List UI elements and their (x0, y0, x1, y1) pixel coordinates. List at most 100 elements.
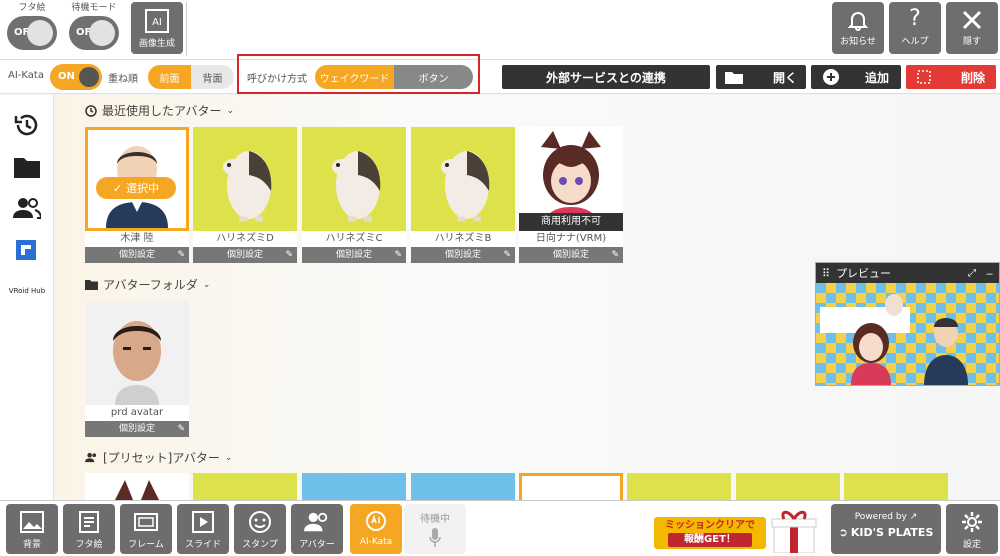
avatar-button[interactable]: アバター (291, 504, 343, 554)
cover-icon (79, 511, 99, 533)
image-gen-label: 画像生成 (138, 39, 175, 49)
avatar-card[interactable]: ハリネズミC 個別設定 (302, 127, 406, 263)
external-link-icon: ↗ (909, 512, 918, 522)
order-label: 重ね順 (108, 74, 138, 85)
avatar-thumb-kizu: ✓ 選択中 (85, 127, 189, 231)
mission-line2: 報酬GET！ (668, 533, 752, 547)
photo-avatar-image (85, 301, 189, 405)
standby-indicator[interactable]: 待機中 (404, 504, 466, 554)
background-button[interactable]: 背景 (6, 504, 58, 554)
preview-canvas (816, 283, 999, 385)
add-label: 追加 (864, 70, 889, 85)
folder-icon[interactable] (13, 155, 41, 179)
avatar-card[interactable]: ハリネズミD 個別設定 (193, 127, 297, 263)
futae-toggle-group: フタ絵 OFF (4, 2, 60, 50)
avatar-name: prd avatar (85, 405, 189, 421)
aikata-toggle[interactable]: ON (50, 64, 102, 90)
preset-card-partial[interactable] (519, 473, 623, 500)
vroid-hub-label[interactable]: VRoid Hub (4, 287, 50, 295)
delete-button[interactable]: 削除 (906, 65, 996, 89)
open-button[interactable]: 開く (716, 65, 806, 89)
avatar-settings-button[interactable]: 個別設定 (519, 247, 623, 263)
avatar-thumb-hedgehog-b (411, 127, 515, 231)
help-button[interactable]: ? ヘルプ (889, 2, 941, 54)
hedgehog-avatar-image (332, 151, 381, 222)
futae-label: フタ絵 (18, 3, 46, 13)
avatar-settings-button[interactable]: 個別設定 (411, 247, 515, 263)
commercial-restriction-badge: 商用利用不可 (519, 213, 623, 231)
futae-toggle[interactable]: OFF (7, 16, 57, 50)
order-back-option[interactable]: 背面 (191, 65, 234, 89)
history-icon[interactable] (13, 111, 41, 139)
top-toolbar: フタ絵 OFF 待機モード OFF AI 画像生成 お知らせ ? ヘルプ 隠す (0, 0, 1000, 60)
stamp-button[interactable]: スタンプ (234, 504, 286, 554)
futae-button[interactable]: フタ絵 (63, 504, 115, 554)
folder-section-header[interactable]: アバターフォルダ ⌄ (85, 276, 210, 293)
preset-card-partial[interactable] (411, 473, 515, 500)
preset-card-partial[interactable] (844, 473, 948, 500)
avatar-card[interactable]: prd avatar 個別設定 (85, 301, 189, 437)
recent-section-header[interactable]: 最近使用したアバター ⌄ (85, 102, 234, 119)
vroid-logo-icon[interactable] (13, 237, 39, 263)
chevron-down-icon: ⌄ (202, 279, 211, 290)
avatar-name: ハリネズミC (302, 231, 406, 247)
button-option[interactable]: ボタン (394, 65, 473, 89)
notify-button[interactable]: お知らせ (832, 2, 884, 54)
mission-banner[interactable]: ミッションクリアで 報酬GET！ (654, 509, 824, 553)
wake-word-option[interactable]: ウェイクワード (315, 65, 394, 89)
avatar-card[interactable]: ハリネズミB 個別設定 (411, 127, 515, 263)
kidsplates-button[interactable]: Powered by ↗ ➲ KID'S PLATES (831, 504, 941, 554)
preset-card-partial[interactable] (193, 473, 297, 500)
drag-handle-icon[interactable]: ⠿ (822, 267, 830, 280)
avatar-name: 木津 陸 (85, 231, 189, 247)
avatar-settings-button[interactable]: 個別設定 (85, 421, 189, 437)
call-method-segment: ウェイクワード ボタン (315, 65, 473, 89)
avatar-name: ハリネズミD (193, 231, 297, 247)
stamp-label: スタンプ (242, 540, 278, 550)
preset-card-partial[interactable] (627, 473, 731, 500)
standby-toggle[interactable]: OFF (69, 16, 119, 50)
expand-icon[interactable]: ⤢ (968, 268, 976, 279)
add-button[interactable]: 追加 (811, 65, 901, 89)
folder-icon (85, 280, 98, 290)
play-icon (192, 511, 214, 533)
call-method-label: 呼びかけ方式 (247, 74, 307, 85)
preset-title: [プリセット]アバター (103, 451, 220, 465)
chevron-down-icon: ⌄ (224, 452, 233, 463)
recent-title: 最近使用したアバター (102, 104, 222, 118)
slide-button[interactable]: スライド (177, 504, 229, 554)
avatar-settings-button[interactable]: 個別設定 (302, 247, 406, 263)
divider (186, 2, 187, 56)
preset-card-partial[interactable] (736, 473, 840, 500)
order-front-option[interactable]: 前面 (148, 65, 191, 89)
avatar-card[interactable]: 商用利用不可 日向ナナ(VRM) 個別設定 (519, 127, 623, 263)
aikata-button[interactable]: AI-Kata (350, 504, 402, 554)
preset-card-partial[interactable] (85, 473, 189, 500)
external-service-button[interactable]: 外部サービスとの連携 (502, 65, 710, 89)
avatar-label: アバター (299, 540, 335, 550)
avatar-thumb-prd (85, 301, 189, 405)
slide-label: スライド (184, 540, 221, 550)
help-label: ヘルプ (901, 37, 929, 47)
bottom-toolbar: 背景 フタ絵 フレーム スライド スタンプ アバター AI-Kata 待機中 ミ… (0, 500, 1000, 556)
preset-section-header[interactable]: [プリセット]アバター ⌄ (85, 449, 232, 466)
image-icon (20, 511, 44, 533)
users-icon[interactable] (13, 196, 41, 220)
avatar-card[interactable]: ✓ 選択中 木津 陸 個別設定 (85, 127, 189, 263)
standby-label: 待機モード (71, 3, 117, 13)
avatar-thumb-hedgehog-c (302, 127, 406, 231)
minimize-icon[interactable]: ‒ (986, 267, 993, 280)
avatar-settings-button[interactable]: 個別設定 (193, 247, 297, 263)
settings-button[interactable]: 設定 (946, 504, 998, 554)
preview-window[interactable]: ⠿ プレビュー ⤢ ‒ (815, 262, 1000, 386)
hide-button[interactable]: 隠す (946, 2, 998, 54)
frame-button[interactable]: フレーム (120, 504, 172, 554)
history-icon (85, 104, 97, 117)
help-icon: ? (909, 6, 921, 31)
avatar-thumb-hinata-nana: 商用利用不可 (519, 127, 623, 231)
image-gen-button[interactable]: AI 画像生成 (131, 2, 183, 54)
preview-titlebar[interactable]: ⠿ プレビュー ⤢ ‒ (816, 263, 999, 283)
avatar-settings-button[interactable]: 個別設定 (85, 247, 189, 263)
preset-card-partial[interactable] (302, 473, 406, 500)
close-icon (962, 10, 982, 30)
